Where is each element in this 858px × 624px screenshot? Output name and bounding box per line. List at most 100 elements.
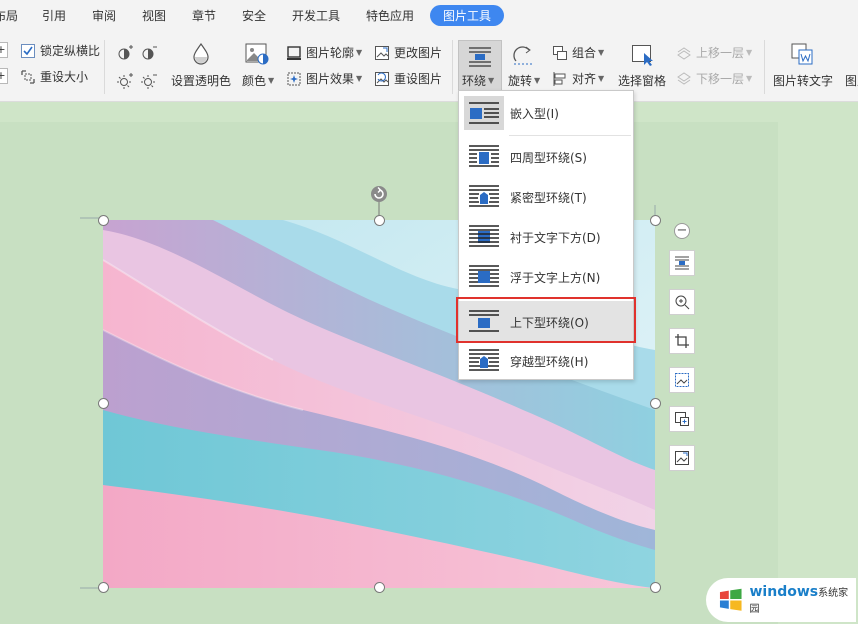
wrap-text-icon [469,47,491,67]
increase-contrast-icon[interactable] [116,44,134,62]
watermark-brand: windows系统家园 [749,584,849,615]
wrap-option-square[interactable]: 四周型环绕(S) [459,139,633,175]
resize-handle-right[interactable] [650,398,661,409]
wrap-option-label: 紧密型环绕(T) [510,190,587,205]
wrap-option-tight[interactable]: 紧密型环绕(T) [459,179,633,215]
wrap-option-label: 浮于文字上方(N) [510,270,601,285]
wrap-option-through[interactable]: 穿越型环绕(H) [459,343,633,379]
send-backward-button[interactable]: 下移一层 ▼ [676,70,752,87]
send-backward-icon [677,71,691,85]
height-stepper[interactable]: + [0,68,8,84]
tab-security[interactable]: 安全 [242,7,266,24]
effects-icon [287,72,301,85]
tab-view[interactable]: 视图 [142,7,166,24]
picture-outline-label: 图片轮廓 [306,46,355,60]
color-label: 颜色 [242,74,267,88]
decrease-brightness-icon[interactable] [140,72,158,90]
reset-picture-button[interactable]: 重设图片 [374,70,442,87]
bring-forward-icon [677,46,691,60]
reset-size-icon [21,69,35,84]
rotate-handle-icon[interactable] [370,185,388,203]
tab-section[interactable]: 章节 [192,7,216,24]
lock-ratio-checkbox[interactable]: 锁定纵横比 [20,42,100,59]
tab-review[interactable]: 审阅 [92,7,116,24]
width-stepper[interactable]: + [0,42,8,58]
site-watermark: windows系统家园 [706,578,856,622]
zoom-in-icon [675,295,690,310]
tab-references[interactable]: 引用 [42,7,66,24]
resize-handle-bottom-left[interactable] [98,582,109,593]
wrap-option-label: 四周型环绕(S) [510,150,587,165]
picture-frame-icon [675,373,689,387]
replace-picture-button[interactable] [669,445,695,471]
align-button[interactable]: 对齐 ▼ [552,70,604,87]
tab-special-apps[interactable]: 特色应用 [366,7,414,24]
tab-picture-tools[interactable]: 图片工具 [430,5,505,26]
zoom-in-button[interactable] [669,289,695,315]
resize-handle-top-left[interactable] [98,215,109,226]
wrap-option-in-front-of-text[interactable]: 浮于文字上方(N) [459,259,633,295]
tight-wrap-icon [469,185,499,207]
tab-layout[interactable]: 布局 [0,7,18,24]
selection-pane-button[interactable]: 选择窗格 [618,72,666,89]
group-icon [553,45,567,60]
water-drop-icon [193,42,209,65]
wrap-label: 环绕 [462,74,487,88]
change-picture-label: 更改图片 [394,46,443,60]
lock-ratio-label: 锁定纵横比 [40,44,101,58]
decrease-contrast-icon[interactable] [140,44,158,62]
picture-more-button[interactable]: 图片 [845,72,858,89]
wrap-dropdown-menu: 嵌入型(I) 四周型环绕(S) 紧密型环绕(T) 衬于文字下方(D) 浮于文字上… [458,90,634,380]
ribbon-toolbar: + + 锁定纵横比 重设大小 设置透明色 颜色 ▼ 图片轮廓 ▼ 图片效果 ▼ 更改图… [0,32,858,102]
resize-handle-left[interactable] [98,398,109,409]
bring-forward-label: 上移一层 [696,46,745,60]
align-label: 对齐 [572,72,597,86]
color-button[interactable]: 颜色 ▼ [242,72,274,89]
resize-handle-bottom-right[interactable] [650,582,661,593]
resize-handle-bottom[interactable] [374,582,385,593]
group-button[interactable]: 组合 ▼ [552,44,604,61]
picture-to-text-icon [791,43,813,65]
inline-wrap-icon [469,102,499,124]
change-picture-icon [375,45,389,60]
windows-logo-icon [719,588,742,611]
picture-adjust-button[interactable] [669,367,695,393]
collapse-toolbar-button[interactable]: − [674,223,690,239]
picture-color-icon [245,43,269,65]
through-wrap-icon [469,349,499,371]
wrap-label-group: 环绕 ▼ [462,74,495,88]
wrap-option-inline[interactable]: 嵌入型(I) [459,95,633,131]
reset-picture-icon [375,71,389,86]
increase-brightness-icon[interactable] [116,72,134,90]
wrap-option-label: 嵌入型(I) [510,106,559,121]
replace-picture-icon [675,451,689,465]
wrap-option-label: 穿越型环绕(H) [510,354,589,369]
wrap-option-top-and-bottom[interactable]: 上下型环绕(O) [459,301,633,343]
rotate-label: 旋转 [508,74,533,88]
rotate-button[interactable]: 旋转 ▼ [508,72,540,89]
resize-handle-top[interactable] [374,215,385,226]
layout-options-button[interactable] [669,250,695,276]
wrap-option-behind-text[interactable]: 衬于文字下方(D) [459,219,633,255]
selection-pane-icon [632,45,653,66]
add-picture-icon [675,412,689,426]
crop-button[interactable] [669,328,695,354]
wrap-option-label: 衬于文字下方(D) [510,230,601,245]
reset-size-button[interactable]: 重设大小 [20,68,88,85]
picture-effects-label: 图片效果 [306,72,355,86]
outline-icon [287,45,301,60]
group-label: 组合 [572,46,597,60]
tab-developer-tools[interactable]: 开发工具 [292,7,340,24]
crop-icon [675,334,689,348]
bring-forward-button[interactable]: 上移一层 ▼ [676,44,752,61]
checkbox-checked-icon [21,43,35,58]
change-picture-button[interactable]: 更改图片 [374,44,442,61]
resize-handle-top-right[interactable] [650,215,661,226]
picture-outline-button[interactable]: 图片轮廓 ▼ [286,44,362,61]
in-front-of-text-icon [469,265,499,287]
set-transparent-button[interactable]: 设置透明色 [171,72,231,89]
behind-text-icon [469,225,499,247]
add-picture-button[interactable] [669,406,695,432]
picture-effects-button[interactable]: 图片效果 ▼ [286,70,362,87]
picture-to-text-button[interactable]: 图片转文字 [773,72,833,89]
